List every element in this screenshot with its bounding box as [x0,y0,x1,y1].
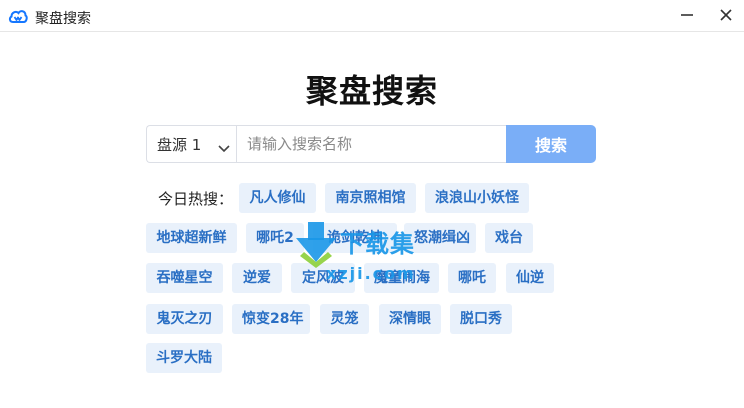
hot-tag[interactable]: 逆爱 [232,263,282,293]
hot-tag[interactable]: 诡剑乾坤 [313,223,397,253]
hot-tag[interactable]: 浪浪山小妖怪 [425,183,529,213]
hot-tag[interactable]: 戏台 [485,223,533,253]
window-title: 聚盘搜索 [35,11,91,27]
hot-tag[interactable]: 哪吒 [448,263,496,293]
cloud-drive-icon [8,7,28,25]
hot-tag[interactable]: 南京照相馆 [325,183,416,213]
search-input[interactable] [236,125,507,163]
search-bar: 盘源 1 搜索 [146,125,596,163]
minimize-button[interactable] [674,4,700,28]
hot-tag[interactable]: 斗罗大陆 [146,343,222,373]
chevron-down-icon [218,140,230,158]
source-select[interactable]: 盘源 1 [146,125,236,163]
hot-tag[interactable]: 惊变28年 [232,304,310,334]
hot-tag[interactable]: 鬼灭之刃 [146,304,223,334]
hot-tag[interactable]: 仙逆 [506,263,554,293]
title-bar: 聚盘搜索 [0,0,744,32]
hot-tag[interactable]: 深情眼 [379,304,441,334]
source-select-value: 盘源 1 [157,135,202,154]
hot-tag[interactable]: 地球超新鲜 [146,223,237,253]
close-icon [719,7,733,26]
hot-tag[interactable]: 哪吒2 [246,223,304,253]
hot-tag[interactable]: 脱口秀 [450,304,512,334]
hot-tag[interactable]: 魔童闹海 [364,263,439,293]
page-title: 聚盘搜索 [305,72,438,110]
close-button[interactable] [713,4,739,28]
hot-tag[interactable]: 灵笼 [320,304,369,334]
hot-tag[interactable]: 吞噬星空 [146,263,223,293]
hot-search-label: 今日热搜： [158,190,234,208]
hot-tag[interactable]: 怒潮缉凶 [404,223,476,253]
hot-tag[interactable]: 凡人修仙 [239,183,316,213]
minimize-icon [680,7,694,26]
hot-tag[interactable]: 定风波 [291,263,355,293]
search-button[interactable]: 搜索 [506,125,596,163]
